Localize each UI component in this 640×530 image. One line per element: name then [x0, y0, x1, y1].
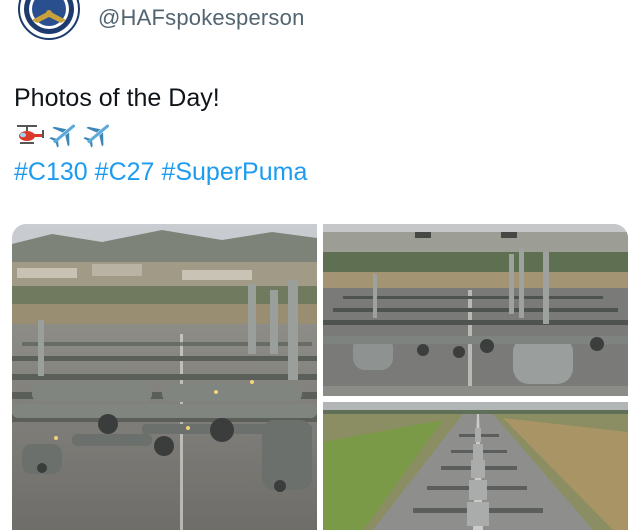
hashtag-row: #C130 #C27 #SuperPuma	[14, 156, 314, 188]
media-grid	[12, 224, 628, 530]
airplane-icon	[83, 124, 110, 148]
runway-aerial-photo[interactable]	[323, 402, 628, 530]
tweet-text: Photos of the Day!	[14, 84, 220, 112]
c130-elephant-walk-photo[interactable]	[12, 224, 317, 530]
emoji-row	[14, 118, 114, 150]
aircraft-lineup-front-photo[interactable]	[323, 224, 628, 396]
airplane-icon	[49, 124, 76, 148]
hashtag-link[interactable]: #C27	[95, 158, 155, 186]
air-force-emblem-icon	[24, 0, 74, 34]
avatar[interactable]	[18, 0, 80, 40]
helicopter-icon	[17, 125, 44, 144]
hashtag-link[interactable]: #SuperPuma	[161, 158, 307, 186]
hashtag-link[interactable]: #C130	[14, 158, 88, 186]
account-handle[interactable]: @HAFspokesperson	[98, 5, 305, 31]
